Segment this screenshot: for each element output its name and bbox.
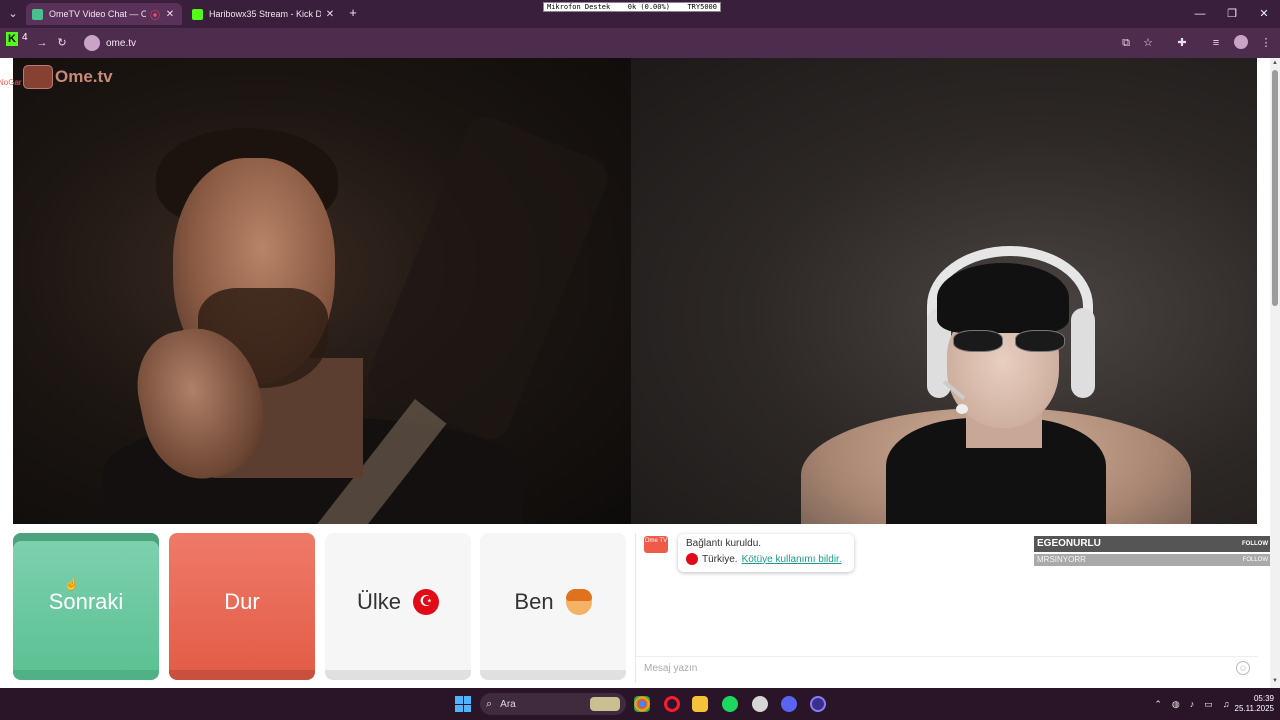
message-placeholder: Mesaj yazın: [644, 663, 698, 674]
recording-icon: ⦿: [150, 10, 160, 22]
close-window-icon[interactable]: ✕: [1248, 0, 1280, 28]
minimize-icon[interactable]: —: [1184, 0, 1216, 28]
me-button-label: Ben: [514, 588, 554, 614]
search-icon: ⌕: [486, 697, 493, 710]
tab-search-icon[interactable]: ⌄: [4, 6, 22, 22]
playlist-icon[interactable]: ≡: [1208, 35, 1224, 51]
tab-close-icon[interactable]: ✕: [164, 9, 176, 20]
stop-button-label: Dur: [224, 588, 260, 614]
follower-name-2: MRSINYORR: [1037, 555, 1086, 564]
sunglasses: [953, 330, 1065, 352]
search-highlight-icon: [590, 697, 620, 711]
network-icon[interactable]: ▭: [1204, 699, 1213, 710]
mic-banner-currency: TRY5000: [687, 3, 717, 11]
scroll-thumb[interactable]: [1272, 70, 1278, 306]
tab-close-icon[interactable]: ✕: [324, 9, 336, 20]
partner-country: Türkiye.: [702, 553, 738, 565]
emoji-picker-icon[interactable]: ☺: [1236, 661, 1250, 675]
back-icon[interactable]: →: [34, 35, 50, 51]
ometv-page: Ome.tv cNoGar Sonraki Dur Ülke ☪ Ben ☝ O…: [0, 58, 1280, 688]
hand-cursor-icon: ☝: [64, 577, 79, 591]
turkey-flag-icon: ☪: [413, 588, 439, 615]
window-controls: — ❐ ✕: [1184, 0, 1280, 28]
clock-date: 25.11.2025: [1234, 704, 1274, 713]
tv-logo-icon: [23, 65, 53, 89]
system-message: Bağlantı kuruldu. Türkiye. Kötüye kullan…: [678, 534, 854, 572]
scroll-down-icon[interactable]: ▼: [1271, 678, 1279, 686]
stream-overlay-tag: cNoGar: [0, 78, 22, 87]
brand-name: Ome.tv: [55, 67, 113, 86]
microphone-icon[interactable]: ♪: [1190, 699, 1195, 709]
next-button-label: Sonraki: [48, 588, 124, 614]
country-button-label: Ülke: [356, 588, 401, 614]
opera-icon[interactable]: [664, 696, 680, 712]
install-app-icon[interactable]: ⧉: [1118, 35, 1134, 51]
headset-cup-right: [1071, 308, 1095, 398]
report-abuse-link[interactable]: Kötüye kullanımı bildir.: [742, 554, 842, 565]
next-button[interactable]: Sonraki: [13, 533, 159, 680]
file-explorer-icon[interactable]: [692, 696, 708, 712]
taskbar-search[interactable]: ⌕ Ara: [480, 693, 626, 715]
remote-video: Ome.tv: [13, 58, 631, 524]
me-button[interactable]: Ben: [480, 533, 626, 680]
new-tab-icon[interactable]: +: [346, 6, 360, 20]
stop-button[interactable]: Dur: [169, 533, 315, 680]
page-scrollbar[interactable]: ▲ ▼: [1270, 58, 1280, 688]
kick-favicon-icon: [192, 8, 203, 20]
system-tray: ⌃ ◍ ♪ ▭ ♫ 05:39 25.11.2025: [1149, 688, 1280, 720]
connection-status: Bağlantı kuruldu.: [686, 538, 762, 549]
chevron-up-icon[interactable]: ⌃: [1154, 699, 1162, 710]
profile-avatar[interactable]: [1234, 35, 1248, 49]
windows-start-icon[interactable]: [455, 696, 471, 712]
tab-kick[interactable]: Haribowx35 Stream - Kick Das ✕: [186, 3, 342, 25]
mic-support-banner: Mikrofon Destek 0k (0.00%) TRY5000: [543, 2, 721, 12]
tab-title: OmeTV Video Chat — Ome: [49, 9, 146, 19]
follower-name-1: EGEONURLU: [1037, 538, 1101, 549]
turkey-flag-icon: [686, 553, 698, 565]
tab-title: Haribowx35 Stream - Kick Das: [209, 9, 321, 19]
headset-mic-tip: [956, 404, 968, 414]
browser-menu-icon[interactable]: ⋮: [1258, 35, 1274, 51]
kick-count: 4: [22, 32, 28, 43]
chrome-icon[interactable]: [634, 696, 650, 712]
bookmark-star-icon[interactable]: ☆: [1140, 35, 1156, 51]
obs-icon[interactable]: [810, 696, 826, 712]
country-button[interactable]: Ülke ☪: [325, 533, 471, 680]
ometv-chat-logo-icon: Ome TV: [644, 536, 668, 553]
boy-emoji-icon: [565, 588, 592, 615]
local-person-cap: [937, 263, 1069, 333]
kick-logo-icon[interactable]: K: [6, 32, 18, 46]
tab-ometv[interactable]: OmeTV Video Chat — Ome ⦿ ✕: [26, 3, 182, 25]
stream-follow-overlay: EGEONURLU FOLLOW MRSINYORR FOLLOW: [1034, 536, 1270, 568]
browser-titlebar: ⌄ OmeTV Video Chat — Ome ⦿ ✕ Haribowx35 …: [0, 0, 1280, 28]
follow-tag: FOLLOW: [1242, 541, 1268, 547]
ometv-logo: Ome.tv: [23, 65, 113, 89]
spotify-icon[interactable]: [722, 696, 738, 712]
reload-icon[interactable]: ↻: [54, 35, 70, 51]
steam-icon[interactable]: [752, 696, 768, 712]
ometv-favicon-icon: [32, 8, 43, 20]
mic-banner-value: 0k (0.00%): [627, 3, 670, 11]
url-text[interactable]: ome.tv: [106, 38, 136, 49]
address-bar[interactable]: ome.tv: [80, 32, 1110, 54]
scroll-up-icon[interactable]: ▲: [1271, 60, 1279, 68]
discord-icon[interactable]: [781, 696, 797, 712]
site-info-icon[interactable]: [84, 35, 100, 51]
system-clock[interactable]: 05:39 25.11.2025: [1235, 694, 1274, 714]
message-input[interactable]: Mesaj yazın ☺: [636, 656, 1258, 678]
shield-icon[interactable]: ◍: [1172, 699, 1180, 710]
clock-time: 05:39: [1253, 694, 1274, 703]
volume-icon[interactable]: ♫: [1223, 699, 1230, 709]
mic-banner-label: Mikrofon Destek: [547, 3, 611, 11]
maximize-icon[interactable]: ❐: [1216, 0, 1248, 28]
os-taskbar: ⌕ Ara ⌃ ◍ ♪ ▭ ♫ 05:39 25.11.2025: [0, 688, 1280, 720]
local-video: [631, 58, 1257, 524]
extensions-icon[interactable]: ✚: [1174, 35, 1190, 51]
search-placeholder: Ara: [500, 698, 516, 710]
follow-tag: FOLLOW: [1242, 557, 1268, 563]
car-seat-shape: [362, 110, 614, 446]
